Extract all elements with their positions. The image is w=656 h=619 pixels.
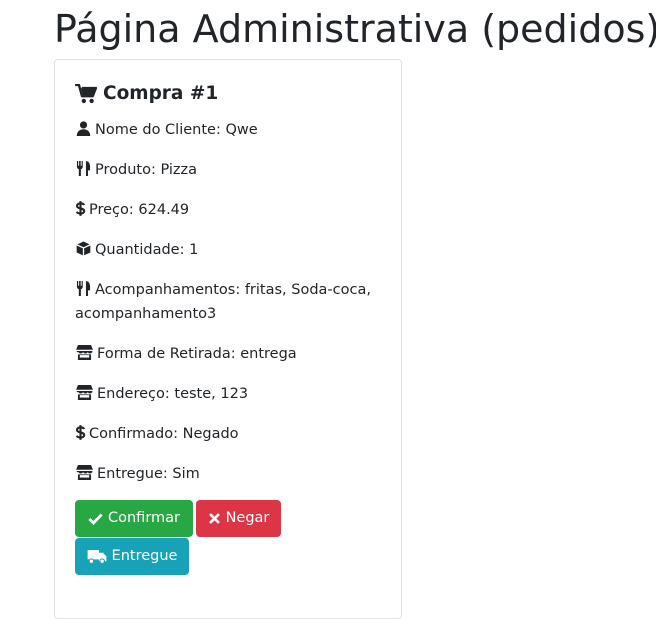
order-card: Compra #1 Nome do Cliente: Qwe Produto: … [54,59,402,619]
field-pickup-method: Forma de Retirada: entrega [75,342,375,366]
utensils-icon [76,161,91,176]
field-text: Quantidade: 1 [95,242,199,258]
field-price: Preço: 624.49 [75,198,375,222]
confirm-button-label: Confirmar [108,510,180,526]
field-text: Acompanhamentos: fritas, Soda-coca, acom… [75,282,371,322]
field-text: Forma de Retirada: entrega [97,346,297,362]
confirm-button[interactable]: Confirmar [75,500,193,537]
field-text: Preço: 624.49 [89,202,190,218]
store-icon [76,385,93,400]
shopping-cart-icon [75,84,97,104]
field-confirmed: Confirmado: Negado [75,422,375,446]
truck-icon [87,549,106,564]
field-text: Confirmado: Negado [89,426,239,442]
field-text: Nome do Cliente: Qwe [95,122,258,138]
close-icon [208,513,220,524]
delivered-button[interactable]: Entregue [75,538,189,575]
field-address: Endereço: teste, 123 [75,382,375,406]
field-text: Produto: Pizza [95,162,198,178]
deny-button[interactable]: Negar [196,500,281,537]
box-icon [76,241,91,256]
page-title: Página Administrativa (pedidos) [54,7,656,51]
dollar-icon [75,425,86,440]
field-text: Entregue: Sim [97,466,200,482]
user-icon [76,121,91,136]
field-quantity: Quantidade: 1 [75,238,375,262]
dollar-icon [75,201,86,216]
field-delivered: Entregue: Sim [75,462,375,486]
field-sides: Acompanhamentos: fritas, Soda-coca, acom… [75,278,375,326]
utensils-icon [76,281,91,296]
field-customer-name: Nome do Cliente: Qwe [75,118,375,142]
store-icon [76,345,93,360]
check-icon [88,513,103,526]
deny-button-label: Negar [225,510,270,526]
field-product: Produto: Pizza [75,158,375,182]
store-icon [76,465,93,480]
order-title: Compra #1 [75,82,218,106]
field-text: Endereço: teste, 123 [97,386,249,402]
delivered-button-label: Entregue [111,548,178,564]
order-title-text: Compra #1 [103,83,219,104]
